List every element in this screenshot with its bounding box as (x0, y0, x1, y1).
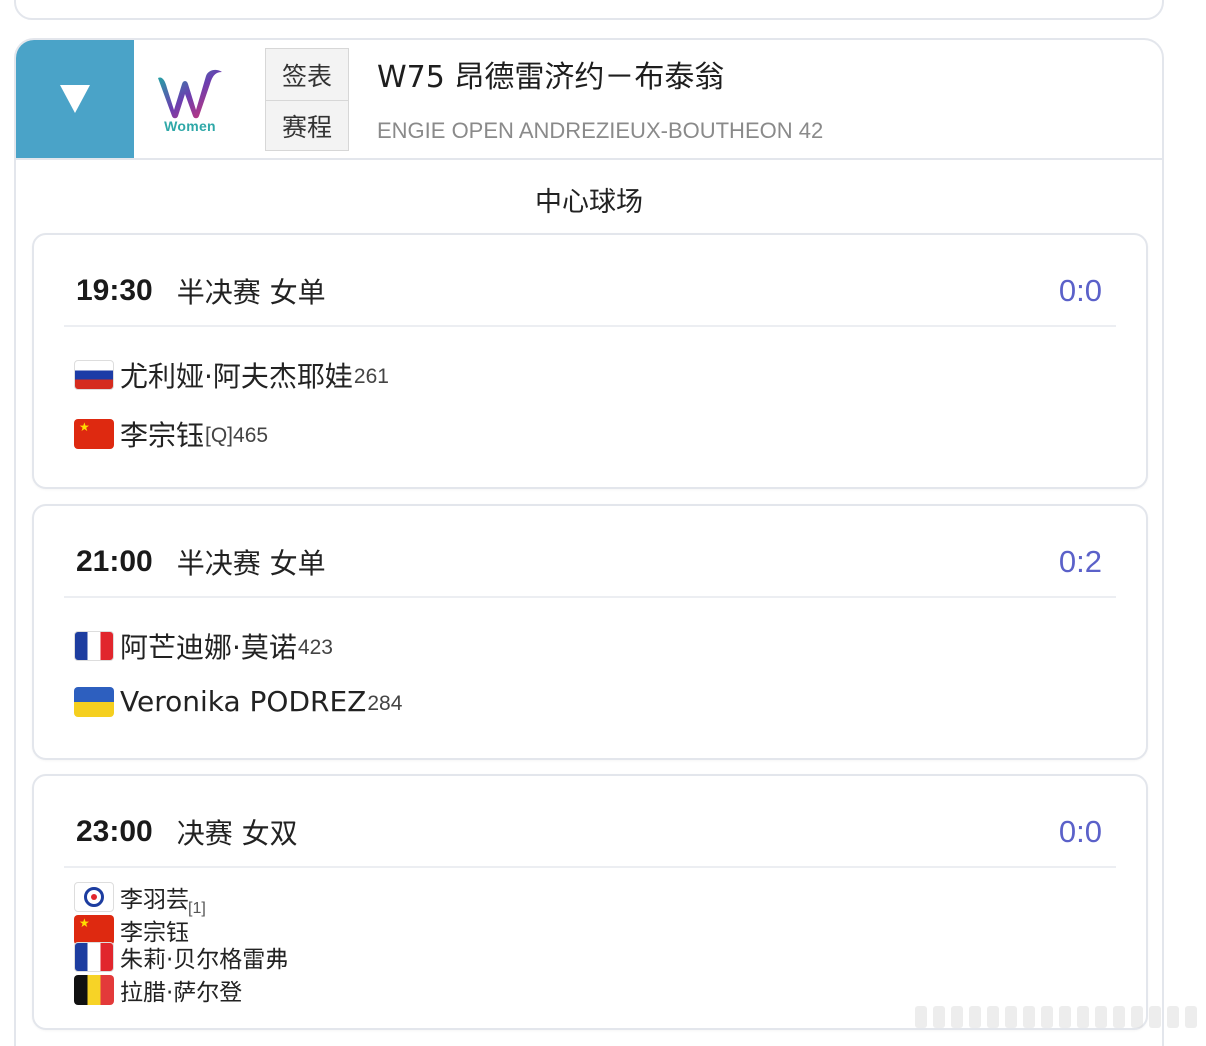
match-score: 0:0 (1058, 273, 1102, 308)
match-header: 23:00 决赛 女双 0:0 (76, 812, 1102, 852)
player-row[interactable]: 阿芒迪娜·莫诺 423 (74, 626, 333, 666)
match-header: 19:30 半决赛 女单 0:0 (76, 271, 1102, 311)
player-rank: 423 (297, 636, 333, 659)
player-row[interactable]: 李羽芸 (74, 880, 189, 914)
tournament-subtitle: ENGIE OPEN ANDREZIEUX-BOUTHEON 42 (377, 118, 824, 143)
player-row[interactable]: ★ 李宗钰 [Q]465 (74, 414, 268, 454)
tournament-title: W75 昂德雷济约－布泰翁 (377, 60, 725, 95)
player-name: 朱莉·贝尔格雷弗 (120, 947, 289, 973)
match-header: 21:00 半决赛 女单 0:2 (76, 542, 1102, 582)
player-name: Veronika PODREZ (120, 685, 367, 718)
match-time: 21:00 (76, 545, 153, 578)
tab-draw[interactable]: 签表 (266, 49, 348, 100)
russia-flag-icon (74, 360, 114, 390)
china-flag-icon: ★ (74, 419, 114, 449)
ukraine-flag-icon (74, 686, 114, 717)
collapse-toggle-button[interactable] (16, 40, 134, 158)
match-card[interactable]: 21:00 半决赛 女单 0:2 阿芒迪娜·莫诺 423 Veronika PO… (32, 504, 1148, 760)
player-rank: 284 (367, 691, 403, 715)
divider (64, 596, 1116, 598)
player-rank: [Q]465 (205, 424, 269, 447)
logo-text: Women (164, 118, 216, 134)
previous-tournament-card (14, 0, 1164, 20)
match-card[interactable]: 19:30 半决赛 女单 0:0 尤利娅·阿夫杰耶娃 261 ★ 李宗钰 [Q]… (32, 233, 1148, 489)
tournament-header: Women 签表 赛程 W75 昂德雷济约－布泰翁 ENGIE OPEN AND… (16, 40, 1162, 160)
belgium-flag-icon (74, 975, 114, 1005)
match-score: 0:2 (1058, 544, 1102, 579)
player-name: 李宗钰 (120, 419, 205, 452)
player-rank: 261 (353, 365, 389, 388)
player-row[interactable]: Veronika PODREZ 284 (74, 685, 402, 718)
watermark (915, 1000, 1205, 1034)
match-round: 决赛 女双 (176, 817, 298, 850)
court-name: 中心球场 (535, 187, 643, 218)
team-seed: [1] (188, 900, 206, 917)
player-row[interactable]: 拉腊·萨尔登 (74, 973, 242, 1007)
match-score: 0:0 (1058, 814, 1102, 849)
player-name: 拉腊·萨尔登 (120, 980, 243, 1006)
player-name: 李羽芸 (120, 887, 189, 913)
divider (64, 325, 1116, 327)
chinese-taipei-flag-icon (74, 882, 114, 912)
tab-schedule[interactable]: 赛程 (266, 100, 348, 151)
match-round: 半决赛 女单 (176, 276, 326, 309)
player-name: 尤利娅·阿夫杰耶娃 (120, 360, 353, 393)
divider (64, 866, 1116, 868)
match-time: 19:30 (76, 274, 153, 307)
player-row[interactable]: 朱莉·贝尔格雷弗 (74, 940, 288, 974)
wta-women-logo: Women (152, 64, 228, 140)
player-name: 阿芒迪娜·莫诺 (120, 631, 297, 664)
match-card[interactable]: 23:00 决赛 女双 0:0 李羽芸 ★ 李宗钰 [1] 朱莉·贝尔格雷弗 拉… (32, 774, 1148, 1030)
triangle-down-icon (60, 85, 90, 113)
side-tabs: 签表 赛程 (265, 48, 349, 151)
player-row[interactable]: 尤利娅·阿夫杰耶娃 261 (74, 355, 389, 395)
france-flag-icon (74, 942, 114, 972)
w-logo-icon (158, 69, 222, 119)
france-flag-icon (74, 631, 114, 661)
match-round: 半决赛 女单 (176, 547, 326, 580)
tournament-card: Women 签表 赛程 W75 昂德雷济约－布泰翁 ENGIE OPEN AND… (14, 38, 1164, 1046)
match-time: 23:00 (76, 815, 153, 848)
